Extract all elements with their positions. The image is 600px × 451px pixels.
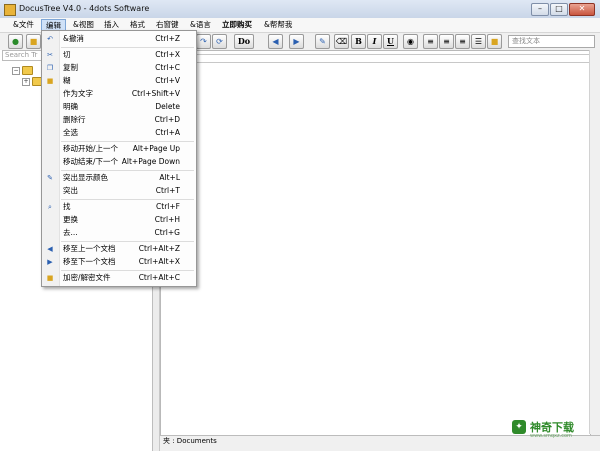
undo-icon: ↶ xyxy=(47,35,53,43)
menu-item-delete-line[interactable]: 删除行 Ctrl+D xyxy=(42,114,196,126)
refresh-icon: ⟳ xyxy=(216,37,223,46)
align-right-button[interactable]: ≡ xyxy=(455,34,470,49)
folder-icon[interactable] xyxy=(22,66,33,75)
italic-button[interactable]: I xyxy=(367,34,382,49)
menu-item-next-document[interactable]: ▶ 移至下一个文档 Ctrl+Alt+X xyxy=(42,256,196,268)
menu-item-replace[interactable]: 更换 Ctrl+H xyxy=(42,214,196,226)
text-search-input[interactable]: 查找文本 xyxy=(508,35,595,48)
align-left-button[interactable]: ≡ xyxy=(423,34,438,49)
open-folder-button[interactable]: ■ xyxy=(26,34,41,49)
menu-buy-now[interactable]: 立即购买 xyxy=(218,19,256,31)
menu-separator xyxy=(61,170,194,171)
arrow-right-icon: ▶ xyxy=(47,258,53,266)
menu-separator xyxy=(61,270,194,271)
bold-button[interactable]: B xyxy=(351,34,366,49)
title-bar: DocusTree V4.0 - 4dots Software – □ ✕ xyxy=(0,0,600,19)
ruler-line xyxy=(160,62,589,63)
prev-doc-button[interactable]: ◀ xyxy=(268,34,283,49)
highlight-button[interactable]: ✎ xyxy=(315,34,330,49)
list-icon: ☰ xyxy=(474,37,483,46)
menu-separator xyxy=(61,199,194,200)
paste-icon: ■ xyxy=(46,77,54,85)
menu-item-move-start[interactable]: 移动开始/上一个 Alt+Page Up xyxy=(42,143,196,155)
align-center-icon: ≡ xyxy=(443,37,450,46)
underline-button[interactable]: U xyxy=(383,34,398,49)
eraser-button[interactable]: ⌫ xyxy=(334,34,349,49)
magnifier-icon: ⌕ xyxy=(48,203,52,211)
redo-icon: ↷ xyxy=(200,37,207,46)
menu-item-clear[interactable]: 明确 Delete xyxy=(42,101,196,113)
color-button[interactable]: ◉ xyxy=(403,34,418,49)
editor-area[interactable] xyxy=(160,50,591,436)
ruler-line xyxy=(160,54,589,55)
edit-dropdown-menu: ↶ &撤消 Ctrl+Z ✂ 切 Ctrl+X ❐ 复制 Ctrl+C ■ 糊 … xyxy=(41,30,197,287)
refresh-button[interactable]: ⟳ xyxy=(212,34,227,49)
menu-item-paste[interactable]: ■ 糊 Ctrl+V xyxy=(42,75,196,87)
folder-icon: ■ xyxy=(29,37,38,46)
tree-search-input[interactable]: Search Tr xyxy=(2,50,44,61)
window-title: DocusTree V4.0 - 4dots Software xyxy=(19,4,150,13)
pen-icon: ✎ xyxy=(319,37,326,46)
align-right-icon: ≡ xyxy=(459,37,466,46)
menu-file[interactable]: &文件 xyxy=(9,19,38,31)
watermark-logo-icon: ✦ xyxy=(512,420,526,434)
menu-item-select-all[interactable]: 全选 Ctrl+A xyxy=(42,127,196,139)
watermark-url: www.smqxz.com xyxy=(530,433,572,439)
menu-item-undo[interactable]: ↶ &撤消 Ctrl+Z xyxy=(42,33,196,45)
arrow-left-icon: ◀ xyxy=(47,245,53,253)
redo-button[interactable]: ↷ xyxy=(196,34,211,49)
next-doc-button[interactable]: ▶ xyxy=(289,34,304,49)
menu-item-prev-document[interactable]: ◀ 移至上一个文档 Ctrl+Alt+Z xyxy=(42,243,196,255)
maximize-button[interactable]: □ xyxy=(550,3,568,16)
align-center-button[interactable]: ≡ xyxy=(439,34,454,49)
add-button[interactable]: ● xyxy=(8,34,23,49)
arrow-right-icon: ▶ xyxy=(293,37,300,46)
arrow-left-icon: ◀ xyxy=(272,37,279,46)
menu-item-highlight-color[interactable]: ✎ 突出显示颜色 Alt+L xyxy=(42,172,196,184)
menu-item-goto[interactable]: 去... Ctrl+G xyxy=(42,227,196,239)
lock-icon: ■ xyxy=(46,274,54,282)
menu-separator xyxy=(61,241,194,242)
list-button[interactable]: ☰ xyxy=(471,34,486,49)
do-button[interactable]: Do xyxy=(234,34,254,49)
menu-item-copy[interactable]: ❐ 复制 Ctrl+C xyxy=(42,62,196,74)
menu-item-paste-as-text[interactable]: 作为文字 Ctrl+Shift+V xyxy=(42,88,196,100)
menu-item-cut[interactable]: ✂ 切 Ctrl+X xyxy=(42,49,196,61)
minimize-button[interactable]: – xyxy=(531,3,549,16)
menu-item-find[interactable]: ⌕ 找 Ctrl+F xyxy=(42,201,196,213)
tree-expand-toggle[interactable]: − xyxy=(12,67,20,75)
close-button[interactable]: ✕ xyxy=(569,3,595,16)
menu-separator xyxy=(61,141,194,142)
menu-item-highlight[interactable]: 突出 Ctrl+T xyxy=(42,185,196,197)
highlight-pen-icon: ✎ xyxy=(47,174,53,182)
palette-icon: ◉ xyxy=(407,37,414,46)
plus-icon: ● xyxy=(12,37,19,46)
tree-expand-toggle[interactable]: + xyxy=(22,78,30,86)
lock-icon: ■ xyxy=(490,37,499,46)
menu-item-move-end[interactable]: 移动结束/下一个 Alt+Page Down xyxy=(42,156,196,168)
cut-icon: ✂ xyxy=(47,51,53,59)
lock-button[interactable]: ■ xyxy=(487,34,502,49)
menu-help[interactable]: &帮帮我 xyxy=(260,19,296,31)
copy-icon: ❐ xyxy=(46,64,54,72)
menu-item-encrypt[interactable]: ■ 加密/解密文件 Ctrl+Alt+C xyxy=(42,272,196,284)
align-left-icon: ≡ xyxy=(427,37,434,46)
vertical-scrollbar[interactable] xyxy=(589,50,600,434)
app-icon xyxy=(4,4,16,16)
menu-separator xyxy=(61,47,194,48)
eraser-icon: ⌫ xyxy=(335,37,348,46)
